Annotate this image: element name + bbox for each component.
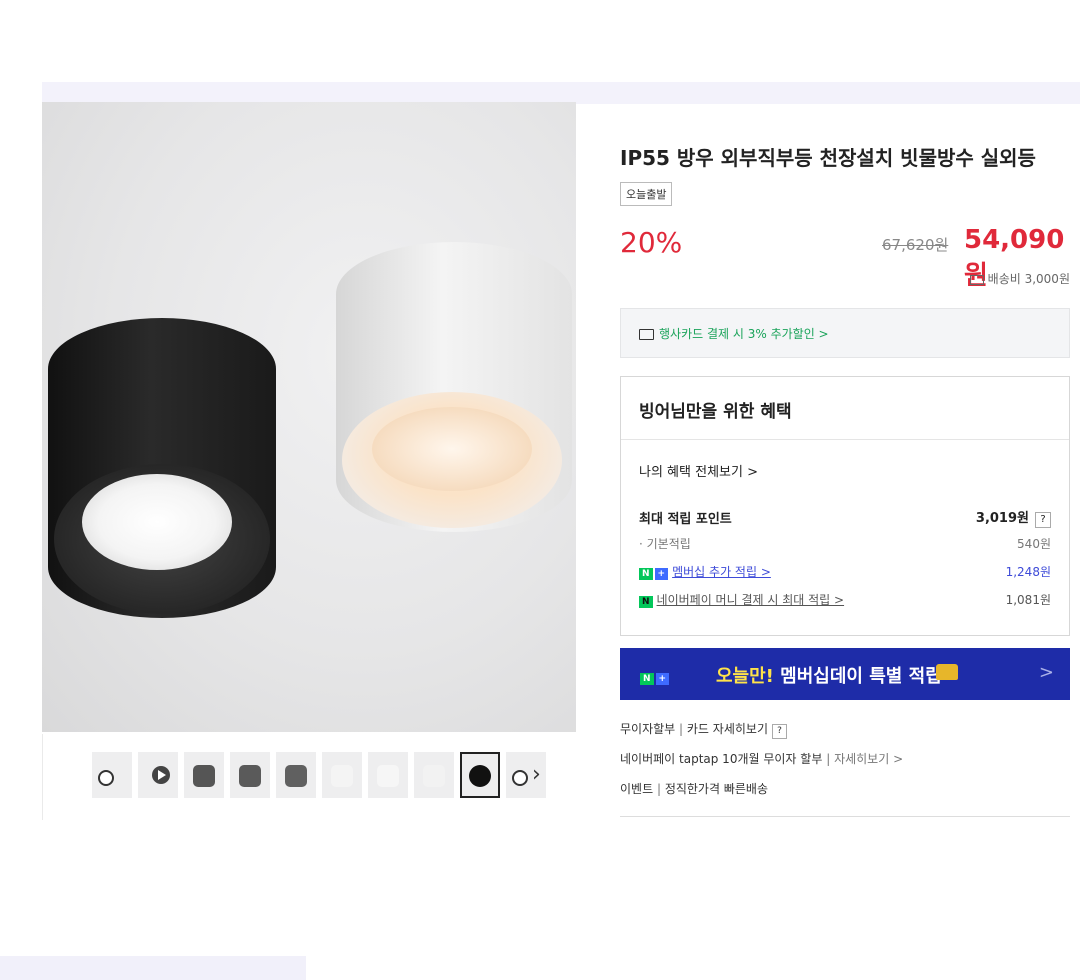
banner-text-prefix: 오늘만! xyxy=(716,666,774,687)
event-text: 정직한가격 빠른배송 xyxy=(664,782,768,796)
black-lamp-lens xyxy=(82,474,232,570)
bottom-band xyxy=(0,956,306,980)
next-thumbnails-icon[interactable]: › xyxy=(532,762,541,787)
separator: | xyxy=(679,722,687,736)
help-icon[interactable]: ? xyxy=(772,724,787,739)
thumbnail-strip: › xyxy=(42,734,576,820)
original-price: 67,620원 xyxy=(882,236,949,254)
dark-lamp-icon xyxy=(193,765,215,787)
plus-badge-icon: + xyxy=(655,673,670,685)
today-shipping-badge: 오늘출발 xyxy=(620,182,673,206)
white-lamp-icon xyxy=(331,765,353,787)
card-details-link[interactable]: 카드 자세히보기 xyxy=(687,722,768,736)
divider xyxy=(620,816,1070,817)
max-points-value-wrap: 3,019원? xyxy=(976,507,1051,528)
membership-points-link-wrap: N + 멤버십 추가 적립 > xyxy=(639,563,771,580)
npay-points-link[interactable]: 네이버페이 머니 결제 시 최대 적립 > xyxy=(657,593,845,607)
shipping-fee-text: 배송비 3,000원 xyxy=(987,272,1070,286)
max-points-label: 최대 적립 포인트 xyxy=(639,512,732,527)
membership-day-banner[interactable]: N + 오늘만! 멤버십데이 특별 적립 > xyxy=(620,648,1070,700)
discount-rate: 20% xyxy=(620,226,683,259)
basic-points-value: 540원 xyxy=(1017,537,1051,551)
coins-icon xyxy=(936,664,958,680)
play-icon xyxy=(152,766,170,784)
max-points-value: 3,019원 xyxy=(975,511,1029,526)
black-lamp-icon xyxy=(469,765,491,787)
divider xyxy=(621,439,1069,440)
npay-points-link-wrap: N 네이버페이 머니 결제 시 최대 적립 > xyxy=(639,591,844,608)
npay-details-link[interactable]: 자세히보기 > xyxy=(834,752,903,766)
membership-points-value: 1,248원 xyxy=(1005,565,1051,579)
thumbnail-1[interactable] xyxy=(92,752,132,798)
separator: | xyxy=(826,752,835,766)
thumbnail-9-selected[interactable] xyxy=(460,752,500,798)
event-label: 이벤트 xyxy=(620,782,654,796)
thumbnail-7[interactable] xyxy=(368,752,408,798)
naver-n-badge-icon: N xyxy=(640,673,654,685)
truck-icon xyxy=(969,274,984,285)
membership-points-link[interactable]: 멤버십 추가 적립 > xyxy=(672,565,771,579)
thumbnail-list xyxy=(92,752,546,798)
npay-points-row: N 네이버페이 머니 결제 시 최대 적립 > 1,081원 xyxy=(639,591,1051,608)
help-icon[interactable]: ? xyxy=(1035,512,1051,528)
npay-installment-text: 네이버페이 taptap 10개월 무이자 할부 xyxy=(620,752,823,766)
chevron-right-icon[interactable]: > xyxy=(1039,662,1054,683)
banner-text-main: 멤버십데이 특별 적립 xyxy=(773,666,942,687)
separator: | xyxy=(656,782,665,796)
naver-n-badge-icon: N xyxy=(639,568,653,580)
white-lamp-icon xyxy=(377,765,399,787)
white-lamp-lens xyxy=(372,407,532,491)
benefits-box: 빙어님만을 위한 혜택 나의 혜택 전체보기 > 최대 적립 포인트 3,019… xyxy=(620,376,1070,636)
dark-lamp-icon xyxy=(285,765,307,787)
dark-lamp-icon xyxy=(239,765,261,787)
lamp-pair-icon xyxy=(98,770,114,786)
thumbnail-6[interactable] xyxy=(322,752,362,798)
plus-badge-icon: + xyxy=(654,568,669,580)
divider xyxy=(42,734,43,820)
card-discount-text[interactable]: 행사카드 결제 시 3% 추가할인 > xyxy=(659,325,829,342)
thumbnail-5[interactable] xyxy=(276,752,316,798)
npay-points-value: 1,081원 xyxy=(1005,593,1051,607)
lamp-pair-icon xyxy=(512,770,528,786)
basic-points-row: · 기본적립 540원 xyxy=(639,535,1051,552)
shipping-fee: 배송비 3,000원 xyxy=(969,270,1070,287)
basic-points-label: · 기본적립 xyxy=(639,537,691,551)
card-discount-bar[interactable]: 행사카드 결제 시 3% 추가할인 > xyxy=(620,308,1070,358)
benefits-heading: 빙어님만을 위한 혜택 xyxy=(639,402,792,422)
npay-installment-row: 네이버페이 taptap 10개월 무이자 할부 | 자세히보기 > xyxy=(620,750,903,767)
naver-plus-logo-icon: N + xyxy=(640,666,673,685)
product-main-image[interactable] xyxy=(42,102,576,732)
installment-row: 무이자할부 | 카드 자세히보기? xyxy=(620,720,787,739)
top-band xyxy=(42,82,1080,104)
thumbnail-4[interactable] xyxy=(230,752,270,798)
thumbnail-3[interactable] xyxy=(184,752,224,798)
credit-card-icon xyxy=(639,329,654,340)
npay-badge-icon: N xyxy=(639,596,653,608)
product-title: IP55 방우 외부직부등 천장설치 빗물방수 실외등 xyxy=(620,146,1036,170)
installment-label: 무이자할부 xyxy=(620,722,676,736)
my-benefits-link[interactable]: 나의 혜택 전체보기 > xyxy=(639,461,758,480)
event-row: 이벤트 | 정직한가격 빠른배송 xyxy=(620,780,768,797)
white-lamp-icon xyxy=(423,765,445,787)
thumbnail-video[interactable] xyxy=(138,752,178,798)
thumbnail-8[interactable] xyxy=(414,752,454,798)
membership-points-row: N + 멤버십 추가 적립 > 1,248원 xyxy=(639,563,1051,580)
max-points-row: 최대 적립 포인트 3,019원? xyxy=(639,507,1051,528)
banner-text: 오늘만! 멤버십데이 특별 적립 xyxy=(716,662,942,688)
